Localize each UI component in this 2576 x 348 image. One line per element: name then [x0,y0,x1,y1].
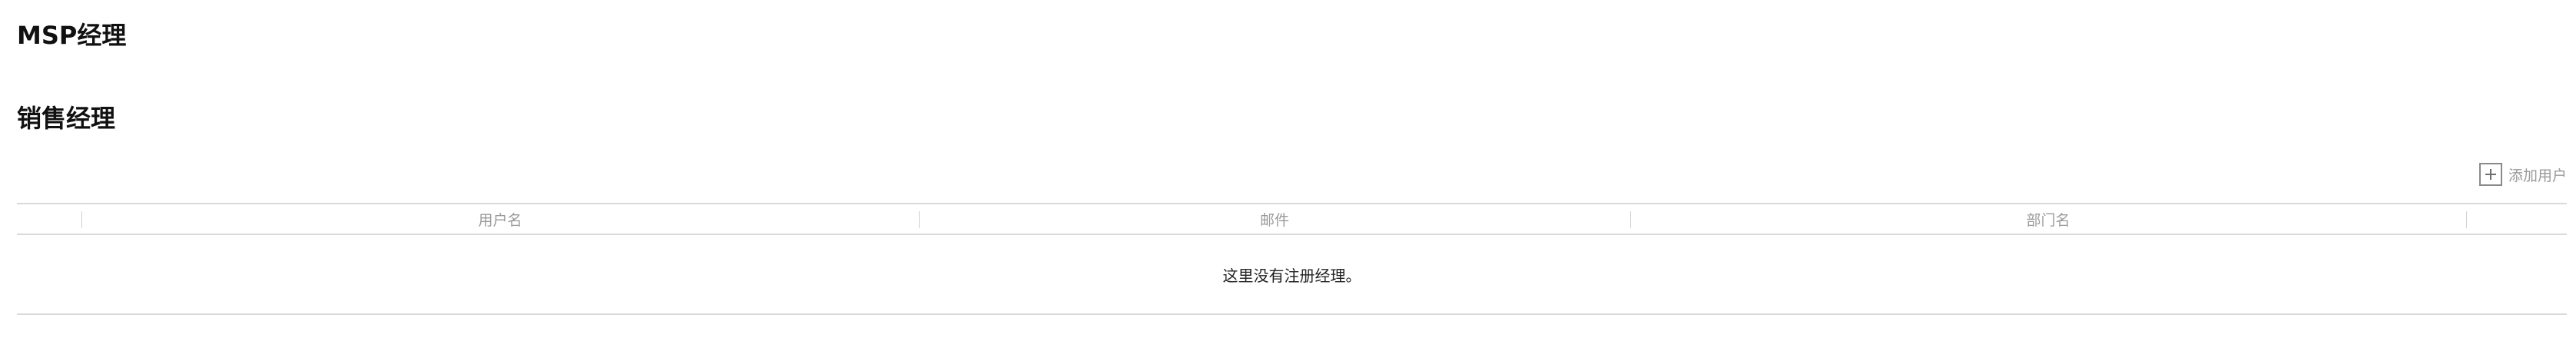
sales-manager-title: 销售经理 [17,104,116,133]
table-header: 用户名 邮件 部门名 [17,203,2567,235]
add-user-label: 添加用户 [2508,167,2567,184]
column-header-actions [2466,204,2567,234]
empty-table-message: 这里没有注册经理。 [17,235,2567,315]
column-header-checkbox[interactable] [17,204,81,234]
column-header-department[interactable]: 部门名 [1630,204,2466,234]
column-header-email[interactable]: 邮件 [919,204,1630,234]
column-header-username[interactable]: 用户名 [81,204,919,234]
sales-manager-table: 用户名 邮件 部门名 这里没有注册经理。 [17,203,2567,315]
add-user-button[interactable]: 添加用户 [2478,162,2567,187]
plus-square-icon [2478,163,2502,186]
msp-manager-title: MSP经理 [17,21,127,50]
